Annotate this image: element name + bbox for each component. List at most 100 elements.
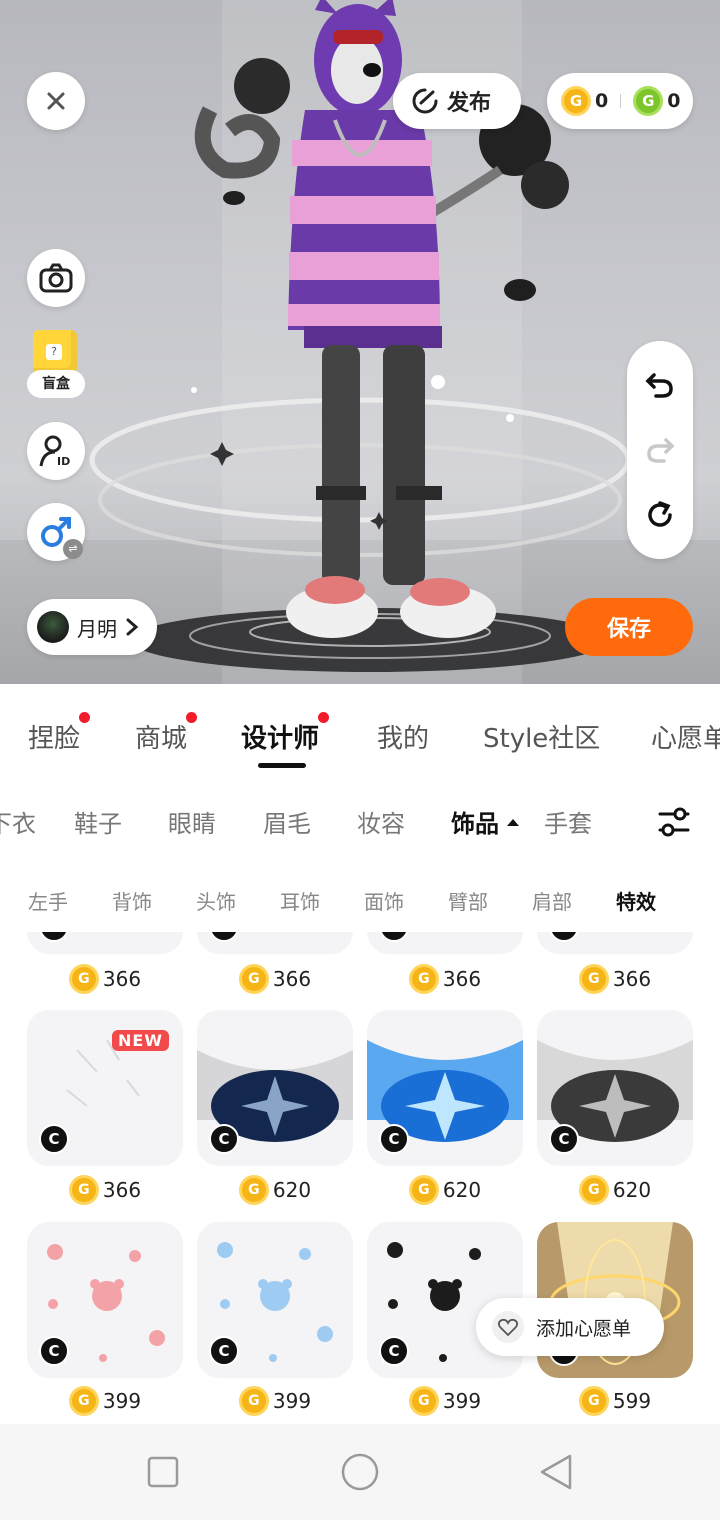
close-button[interactable]: [27, 72, 85, 130]
gold-coin-icon: G: [561, 86, 591, 116]
category-eyes[interactable]: 眼睛: [168, 804, 216, 839]
subcategory-face[interactable]: 面饰: [364, 886, 404, 915]
price-value: 599: [612, 1389, 652, 1413]
recent-apps-icon: [147, 1456, 179, 1488]
creator-badge-icon: C: [39, 1336, 69, 1366]
user-profile-chip[interactable]: 月明: [27, 599, 157, 655]
gold-coin-icon: G: [408, 1386, 439, 1416]
item-price: G 366: [537, 964, 693, 994]
camera-button[interactable]: [27, 249, 85, 307]
gender-toggle-button[interactable]: ⇌: [27, 503, 85, 561]
category-makeup[interactable]: 妆容: [357, 804, 405, 839]
svg-text:ID: ID: [57, 455, 70, 468]
gold-coin-icon: G: [408, 964, 439, 994]
tab-wishlist[interactable]: 心愿单: [651, 718, 720, 755]
publish-button[interactable]: 发布: [393, 73, 521, 129]
tab-mall[interactable]: 商城: [135, 712, 198, 755]
camera-icon: [39, 263, 73, 293]
subcategory-ear[interactable]: 耳饰: [280, 886, 320, 915]
divider: [620, 94, 622, 108]
category-gloves[interactable]: 手套: [544, 804, 592, 839]
category-bottoms[interactable]: 下衣: [0, 804, 36, 839]
main-tab-bar: 捏脸 商城 设计师 我的 Style社区 心愿单: [0, 684, 720, 784]
subcategory-arm[interactable]: 臂部: [448, 886, 488, 915]
item-card[interactable]: C: [537, 1010, 693, 1166]
price-value: 366: [102, 1178, 142, 1202]
item-card[interactable]: NEW C: [27, 1010, 183, 1166]
creator-badge-icon: C: [379, 932, 409, 942]
subcategory-head[interactable]: 头饰: [196, 886, 236, 915]
item-price: G 620: [197, 1175, 353, 1205]
item-price: G 366: [27, 964, 183, 994]
item-price: G 399: [367, 1386, 523, 1416]
item-card[interactable]: C: [197, 1222, 353, 1378]
history-controls: [627, 341, 693, 559]
tab-designer-label: 设计师: [241, 724, 320, 754]
price-value: 366: [612, 967, 652, 991]
subcategory-shoulder[interactable]: 肩部: [532, 886, 572, 915]
item-card[interactable]: C: [367, 1010, 523, 1166]
price-value: 366: [272, 967, 312, 991]
item-card[interactable]: C: [197, 1010, 353, 1166]
blindbox-icon: ?: [33, 330, 77, 374]
creator-badge-icon: C: [379, 1336, 409, 1366]
creator-badge-icon: C: [209, 1336, 239, 1366]
notification-dot: [318, 712, 330, 723]
category-row: 下衣 鞋子 眼睛 眉毛 妆容 饰品 手套: [0, 784, 720, 856]
avatar-stage[interactable]: 发布 G 0 G 0 ? 盲盒 ID ⇌ 月明 保存: [0, 0, 720, 684]
notification-dot: [79, 712, 91, 723]
chevron-right-icon: [126, 618, 139, 636]
wishlist-label: 添加心愿单: [536, 1317, 632, 1340]
tab-wishlist-label: 心愿单: [651, 724, 720, 754]
category-shoes[interactable]: 鞋子: [74, 804, 122, 839]
item-price: G 599: [537, 1386, 693, 1416]
tab-style-community-label: Style社区: [483, 724, 601, 754]
tab-mine[interactable]: 我的: [377, 718, 429, 755]
price-value: 620: [612, 1178, 652, 1202]
blindbox-label: 盲盒: [27, 370, 85, 398]
item-card[interactable]: C: [197, 932, 353, 954]
subcategory-left-hand[interactable]: 左手: [28, 886, 68, 915]
filter-icon[interactable]: [656, 804, 692, 840]
price-value: 399: [442, 1389, 482, 1413]
notification-dot: [186, 712, 198, 723]
redo-icon[interactable]: [644, 434, 676, 464]
price-value: 620: [442, 1178, 482, 1202]
creator-badge-icon: C: [39, 1124, 69, 1154]
blindbox-button[interactable]: ? 盲盒: [27, 330, 85, 400]
home-icon: [341, 1453, 379, 1491]
price-value: 366: [442, 967, 482, 991]
green-coin-icon: G: [633, 86, 664, 116]
price-value: 399: [272, 1389, 312, 1413]
gold-coin-icon: G: [68, 964, 99, 994]
price-value: 366: [102, 967, 142, 991]
reset-icon[interactable]: [644, 499, 676, 531]
undo-icon[interactable]: [644, 369, 676, 399]
user-name: 月明: [77, 616, 117, 641]
item-card[interactable]: C: [367, 932, 523, 954]
item-price: G 399: [27, 1386, 183, 1416]
avatar-id-button[interactable]: ID: [27, 422, 85, 480]
gold-coin-icon: G: [578, 1386, 609, 1416]
item-price: G 620: [367, 1175, 523, 1205]
subcategory-effects[interactable]: 特效: [616, 886, 656, 915]
creator-badge-icon: C: [209, 1124, 239, 1154]
save-button[interactable]: 保存: [565, 598, 693, 656]
category-eyebrows[interactable]: 眉毛: [263, 804, 311, 839]
category-accessories[interactable]: 饰品: [451, 804, 519, 839]
subcategory-back[interactable]: 背饰: [112, 886, 152, 915]
add-to-wishlist-button[interactable]: 添加心愿单: [476, 1298, 664, 1356]
tab-designer[interactable]: 设计师: [241, 712, 330, 755]
item-card[interactable]: C: [537, 932, 693, 954]
item-card[interactable]: C: [27, 932, 183, 954]
heart-icon: [492, 1311, 524, 1343]
active-tab-indicator: [258, 763, 306, 768]
tab-face[interactable]: 捏脸: [28, 712, 91, 755]
item-price: G 620: [537, 1175, 693, 1205]
category-accessories-label: 饰品: [451, 810, 499, 838]
currency-balance[interactable]: G 0 G 0: [547, 73, 693, 129]
tab-style-community[interactable]: Style社区: [483, 718, 600, 755]
creator-badge-icon: C: [209, 932, 239, 942]
gold-coin-icon: G: [238, 1175, 269, 1205]
item-card[interactable]: C: [27, 1222, 183, 1378]
